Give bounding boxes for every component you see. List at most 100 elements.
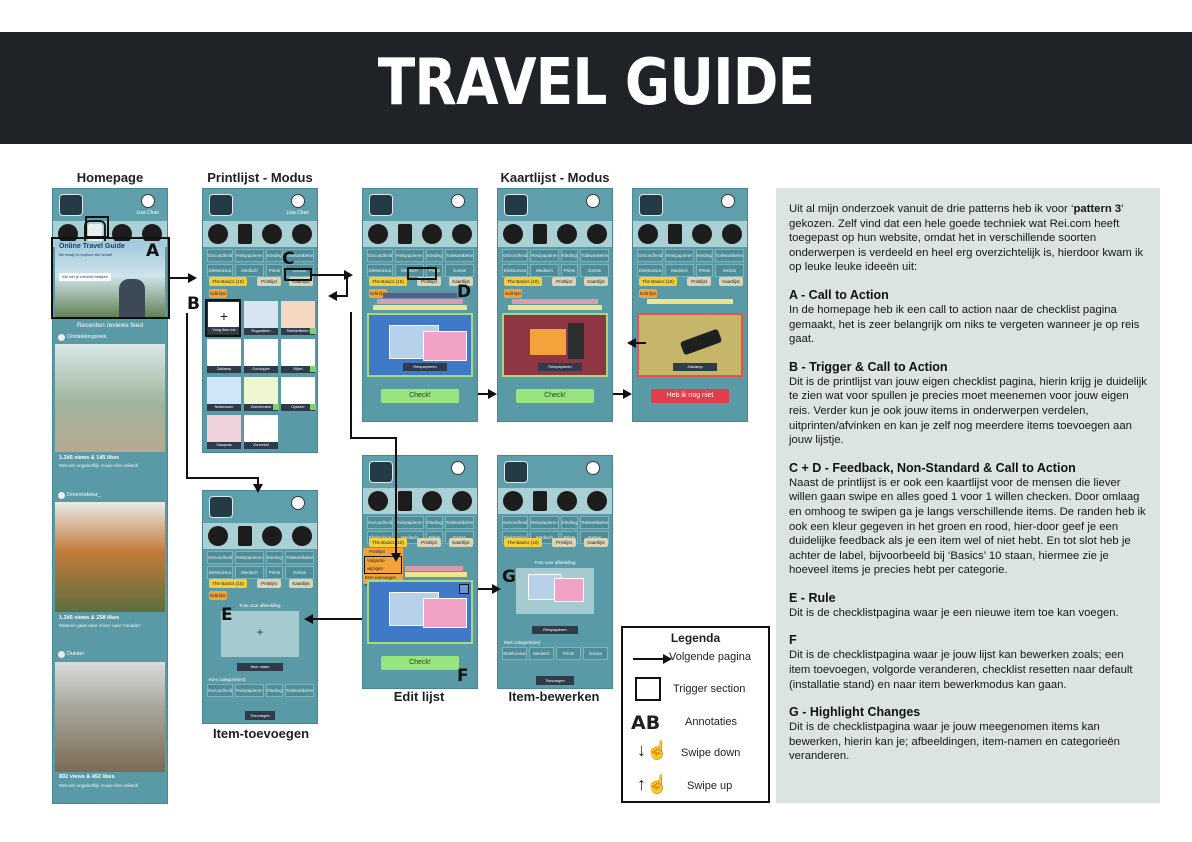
tag-basics[interactable]: The Basics (10) xyxy=(639,277,677,286)
category-tab[interactable]: Medisch xyxy=(530,264,559,277)
category-tab[interactable]: Prints xyxy=(265,264,283,277)
checklist-icon[interactable] xyxy=(398,491,412,511)
category-tab[interactable]: Prints xyxy=(265,566,283,579)
avatar[interactable] xyxy=(586,461,600,475)
category-tab[interactable]: Extras xyxy=(444,264,475,277)
tag-printlijst[interactable]: Printlijst xyxy=(417,538,441,547)
category-tab[interactable]: Gezondheid xyxy=(502,249,529,262)
category-tab[interactable]: Gezondheid xyxy=(207,551,234,564)
category-tab[interactable]: Gezondheid xyxy=(207,249,234,262)
photo-upload-box[interactable]: + xyxy=(221,611,299,657)
category-option[interactable]: Toiletartikelen xyxy=(284,684,315,697)
map-pin-icon[interactable] xyxy=(557,224,577,244)
category-tab[interactable]: Reispapieren xyxy=(530,516,559,529)
checklist-icon[interactable] xyxy=(238,526,252,546)
category-tab[interactable]: Kleding xyxy=(695,249,713,262)
save-item-button[interactable]: Toevoegen xyxy=(536,676,574,685)
tag-basics[interactable]: The Basics (10) xyxy=(209,277,247,286)
map-pin-icon[interactable] xyxy=(262,224,282,244)
map-pin-icon[interactable] xyxy=(422,491,442,511)
item-name-input[interactable]: Reispapieren xyxy=(532,626,578,634)
tag-basics[interactable]: The Basics (10) xyxy=(504,538,542,547)
tag-kaartlijst[interactable]: Kaartlijst xyxy=(719,277,743,286)
category-option[interactable]: Extras xyxy=(583,647,608,660)
globe-icon[interactable] xyxy=(208,224,228,244)
feed-photo-couple[interactable] xyxy=(55,344,165,452)
item-card[interactable]: Reispapieren xyxy=(367,313,473,377)
feed-user-2[interactable]: Doorendetur_ xyxy=(67,492,101,498)
category-tab[interactable]: Toiletartikelen xyxy=(579,516,610,529)
edit-list-button[interactable]: Edit lijst xyxy=(639,289,657,298)
profile-icon[interactable] xyxy=(292,224,312,244)
not-yet-button[interactable]: Heb ik nog niet xyxy=(651,389,729,403)
checklist-icon[interactable] xyxy=(533,491,547,511)
edit-pencil-icon[interactable] xyxy=(459,584,469,594)
category-option[interactable]: Medisch xyxy=(529,647,554,660)
category-tab[interactable]: Toiletartikelen xyxy=(284,551,315,564)
item-tile[interactable]: Rugzakken xyxy=(244,301,278,335)
globe-icon[interactable] xyxy=(503,224,523,244)
item-tile[interactable]: Oplader xyxy=(281,377,316,411)
item-tile[interactable]: Zonnebrand xyxy=(244,377,279,411)
feed-photo-forest[interactable] xyxy=(55,502,165,612)
category-tab[interactable]: Kleding xyxy=(265,249,283,262)
category-tab[interactable]: Toiletartikelen xyxy=(579,249,610,262)
category-tab[interactable]: Medisch xyxy=(665,264,694,277)
avatar[interactable] xyxy=(141,194,155,208)
tag-basics[interactable]: The Basics (10) xyxy=(504,277,542,286)
profile-icon[interactable] xyxy=(452,224,472,244)
category-tab[interactable]: Kleding xyxy=(265,551,283,564)
category-option[interactable]: Reispapieren xyxy=(235,684,264,697)
category-tab[interactable]: Medisch xyxy=(235,264,264,277)
category-tab[interactable]: Elektronica xyxy=(637,264,664,277)
category-tab[interactable]: Extras xyxy=(284,566,315,579)
checklist-icon[interactable] xyxy=(238,224,252,244)
avatar[interactable] xyxy=(451,461,465,475)
check-button[interactable]: Check! xyxy=(516,389,594,403)
category-tab[interactable]: Kleding xyxy=(425,516,443,529)
feed-user-1[interactable]: Ontdekkingsreis xyxy=(67,334,106,340)
tag-kaartlijst[interactable]: Kaartlijst xyxy=(289,579,313,588)
edit-list-button[interactable]: Edit lijst xyxy=(209,591,227,600)
map-pin-icon[interactable] xyxy=(692,224,712,244)
item-card[interactable]: Reispapieren xyxy=(502,313,608,377)
category-tab[interactable]: Elektronica xyxy=(207,264,234,277)
category-tab[interactable]: Elektronica xyxy=(502,264,529,277)
category-option[interactable]: Kleding xyxy=(265,684,283,697)
item-tile[interactable]: Nekkussen xyxy=(207,377,241,411)
item-name-input[interactable]: Item naam xyxy=(237,663,283,671)
category-tab[interactable]: Prints xyxy=(560,264,578,277)
avatar[interactable] xyxy=(291,194,305,208)
globe-icon[interactable] xyxy=(638,224,658,244)
avatar[interactable] xyxy=(721,194,735,208)
checklist-icon[interactable] xyxy=(398,224,412,244)
category-tab[interactable]: Toiletartikelen xyxy=(714,249,745,262)
category-tab[interactable]: Medisch xyxy=(235,566,264,579)
feed-photo-mountains[interactable] xyxy=(55,662,165,772)
avatar[interactable] xyxy=(291,496,305,510)
check-button[interactable]: Check! xyxy=(381,656,459,670)
feed-user-3[interactable]: Duister xyxy=(67,651,84,657)
item-tile[interactable]: Zonnebril xyxy=(244,415,278,449)
map-pin-icon[interactable] xyxy=(422,224,442,244)
edit-photo-box[interactable] xyxy=(516,568,594,614)
profile-icon[interactable] xyxy=(292,526,312,546)
tag-basics[interactable]: The Basics (10) xyxy=(209,579,247,588)
globe-icon[interactable] xyxy=(208,526,228,546)
category-option[interactable]: Prints xyxy=(556,647,581,660)
category-tab[interactable]: Reispapieren xyxy=(235,551,264,564)
category-tab[interactable]: Kleding xyxy=(425,249,443,262)
map-pin-icon[interactable] xyxy=(557,491,577,511)
checklist-icon[interactable] xyxy=(533,224,547,244)
add-item-submit-button[interactable]: Toevoegen xyxy=(245,711,275,720)
tag-basics[interactable]: The Basics (10) xyxy=(369,538,407,547)
item-tile[interactable]: Oordopjes xyxy=(244,339,278,373)
checklist-icon[interactable] xyxy=(668,224,682,244)
category-tab[interactable]: Extras xyxy=(579,264,610,277)
category-tab[interactable]: Reispapieren xyxy=(530,249,559,262)
category-tab[interactable]: Kleding xyxy=(560,249,578,262)
profile-icon[interactable] xyxy=(587,224,607,244)
avatar[interactable] xyxy=(451,194,465,208)
category-tab[interactable]: Extras xyxy=(714,264,745,277)
tag-basics[interactable]: The Basics (10) xyxy=(369,277,407,286)
